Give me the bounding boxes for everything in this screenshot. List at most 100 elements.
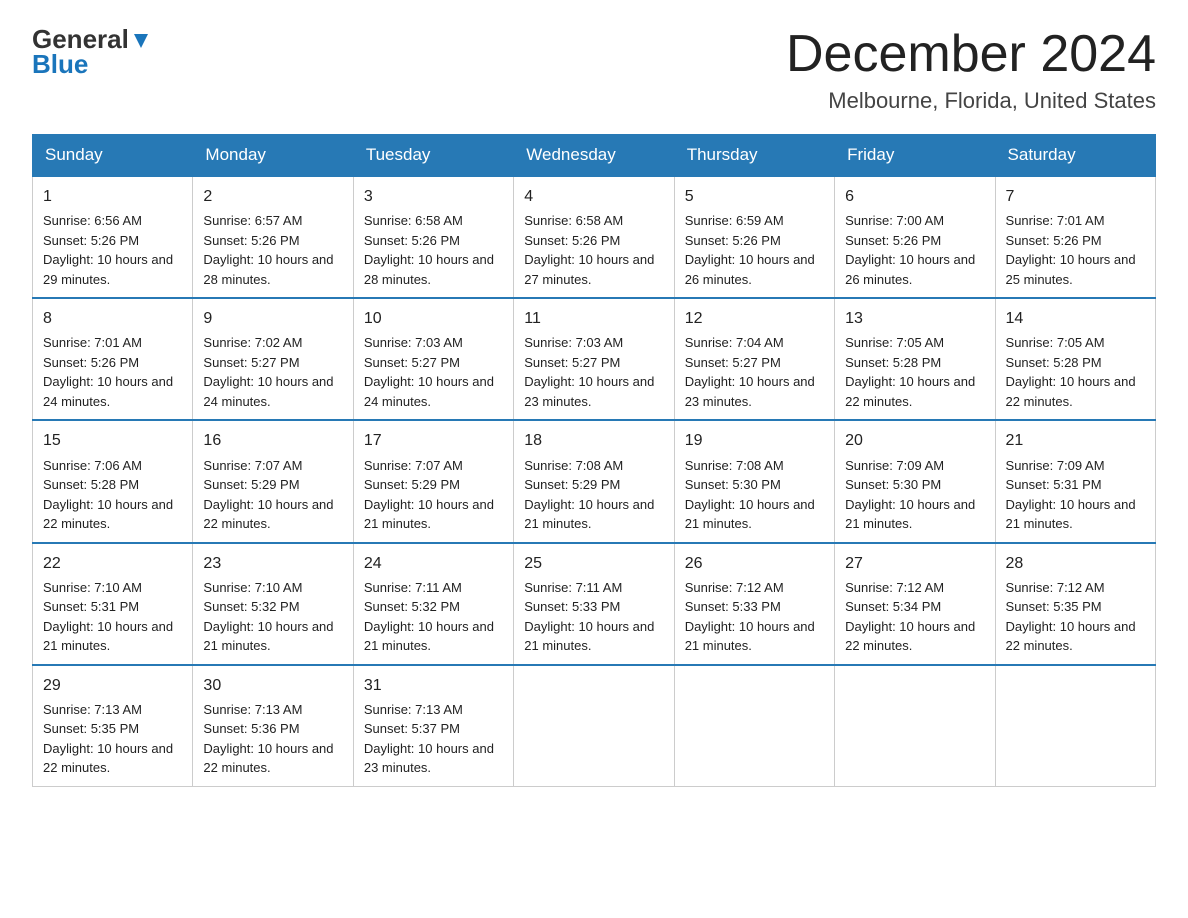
calendar-cell: 1 Sunrise: 6:56 AM Sunset: 5:26 PM Dayli… (33, 176, 193, 298)
calendar-cell: 15 Sunrise: 7:06 AM Sunset: 5:28 PM Dayl… (33, 420, 193, 542)
logo: General Blue (32, 24, 152, 80)
calendar-cell: 7 Sunrise: 7:01 AM Sunset: 5:26 PM Dayli… (995, 176, 1155, 298)
day-number: 5 (685, 185, 824, 208)
calendar-cell: 26 Sunrise: 7:12 AM Sunset: 5:33 PM Dayl… (674, 543, 834, 665)
calendar-cell: 29 Sunrise: 7:13 AM Sunset: 5:35 PM Dayl… (33, 665, 193, 787)
day-number: 22 (43, 552, 182, 575)
day-number: 21 (1006, 429, 1145, 452)
day-number: 14 (1006, 307, 1145, 330)
day-info: Sunrise: 7:04 AM Sunset: 5:27 PM Dayligh… (685, 333, 824, 411)
calendar-cell: 8 Sunrise: 7:01 AM Sunset: 5:26 PM Dayli… (33, 298, 193, 420)
calendar-cell: 12 Sunrise: 7:04 AM Sunset: 5:27 PM Dayl… (674, 298, 834, 420)
calendar-cell: 22 Sunrise: 7:10 AM Sunset: 5:31 PM Dayl… (33, 543, 193, 665)
day-info: Sunrise: 7:07 AM Sunset: 5:29 PM Dayligh… (364, 456, 503, 534)
calendar-cell: 20 Sunrise: 7:09 AM Sunset: 5:30 PM Dayl… (835, 420, 995, 542)
calendar-cell: 6 Sunrise: 7:00 AM Sunset: 5:26 PM Dayli… (835, 176, 995, 298)
day-info: Sunrise: 7:12 AM Sunset: 5:33 PM Dayligh… (685, 578, 824, 656)
day-number: 11 (524, 307, 663, 330)
day-info: Sunrise: 7:13 AM Sunset: 5:36 PM Dayligh… (203, 700, 342, 778)
day-number: 10 (364, 307, 503, 330)
day-number: 13 (845, 307, 984, 330)
calendar-cell: 2 Sunrise: 6:57 AM Sunset: 5:26 PM Dayli… (193, 176, 353, 298)
day-number: 16 (203, 429, 342, 452)
weekday-header-sunday: Sunday (33, 135, 193, 177)
calendar-cell: 17 Sunrise: 7:07 AM Sunset: 5:29 PM Dayl… (353, 420, 513, 542)
day-number: 12 (685, 307, 824, 330)
day-number: 7 (1006, 185, 1145, 208)
day-number: 1 (43, 185, 182, 208)
weekday-header-monday: Monday (193, 135, 353, 177)
day-number: 18 (524, 429, 663, 452)
calendar-cell: 24 Sunrise: 7:11 AM Sunset: 5:32 PM Dayl… (353, 543, 513, 665)
title-section: December 2024 Melbourne, Florida, United… (786, 24, 1156, 114)
calendar-cell: 18 Sunrise: 7:08 AM Sunset: 5:29 PM Dayl… (514, 420, 674, 542)
calendar-cell: 13 Sunrise: 7:05 AM Sunset: 5:28 PM Dayl… (835, 298, 995, 420)
day-number: 17 (364, 429, 503, 452)
calendar-cell: 5 Sunrise: 6:59 AM Sunset: 5:26 PM Dayli… (674, 176, 834, 298)
day-info: Sunrise: 6:58 AM Sunset: 5:26 PM Dayligh… (364, 211, 503, 289)
calendar-cell (674, 665, 834, 787)
day-info: Sunrise: 7:03 AM Sunset: 5:27 PM Dayligh… (364, 333, 503, 411)
calendar-cell: 23 Sunrise: 7:10 AM Sunset: 5:32 PM Dayl… (193, 543, 353, 665)
calendar-cell: 14 Sunrise: 7:05 AM Sunset: 5:28 PM Dayl… (995, 298, 1155, 420)
day-info: Sunrise: 7:09 AM Sunset: 5:30 PM Dayligh… (845, 456, 984, 534)
day-number: 15 (43, 429, 182, 452)
calendar-cell: 27 Sunrise: 7:12 AM Sunset: 5:34 PM Dayl… (835, 543, 995, 665)
calendar-cell (835, 665, 995, 787)
weekday-header-row: SundayMondayTuesdayWednesdayThursdayFrid… (33, 135, 1156, 177)
day-number: 28 (1006, 552, 1145, 575)
logo-blue-text: Blue (32, 49, 88, 80)
page-header: General Blue December 2024 Melbourne, Fl… (32, 24, 1156, 114)
day-info: Sunrise: 7:11 AM Sunset: 5:32 PM Dayligh… (364, 578, 503, 656)
weekday-header-tuesday: Tuesday (353, 135, 513, 177)
calendar-cell: 11 Sunrise: 7:03 AM Sunset: 5:27 PM Dayl… (514, 298, 674, 420)
day-info: Sunrise: 7:07 AM Sunset: 5:29 PM Dayligh… (203, 456, 342, 534)
day-info: Sunrise: 7:10 AM Sunset: 5:31 PM Dayligh… (43, 578, 182, 656)
logo-arrow-icon (130, 30, 152, 52)
day-info: Sunrise: 7:01 AM Sunset: 5:26 PM Dayligh… (43, 333, 182, 411)
day-info: Sunrise: 7:12 AM Sunset: 5:34 PM Dayligh… (845, 578, 984, 656)
day-info: Sunrise: 6:56 AM Sunset: 5:26 PM Dayligh… (43, 211, 182, 289)
day-info: Sunrise: 6:58 AM Sunset: 5:26 PM Dayligh… (524, 211, 663, 289)
day-info: Sunrise: 6:59 AM Sunset: 5:26 PM Dayligh… (685, 211, 824, 289)
day-info: Sunrise: 7:03 AM Sunset: 5:27 PM Dayligh… (524, 333, 663, 411)
day-info: Sunrise: 7:05 AM Sunset: 5:28 PM Dayligh… (1006, 333, 1145, 411)
calendar-cell (514, 665, 674, 787)
calendar-cell: 21 Sunrise: 7:09 AM Sunset: 5:31 PM Dayl… (995, 420, 1155, 542)
day-info: Sunrise: 7:08 AM Sunset: 5:30 PM Dayligh… (685, 456, 824, 534)
day-number: 31 (364, 674, 503, 697)
calendar-cell: 28 Sunrise: 7:12 AM Sunset: 5:35 PM Dayl… (995, 543, 1155, 665)
week-row-4: 22 Sunrise: 7:10 AM Sunset: 5:31 PM Dayl… (33, 543, 1156, 665)
day-number: 19 (685, 429, 824, 452)
calendar-cell: 30 Sunrise: 7:13 AM Sunset: 5:36 PM Dayl… (193, 665, 353, 787)
week-row-3: 15 Sunrise: 7:06 AM Sunset: 5:28 PM Dayl… (33, 420, 1156, 542)
day-number: 29 (43, 674, 182, 697)
calendar-title: December 2024 (786, 24, 1156, 84)
day-info: Sunrise: 7:08 AM Sunset: 5:29 PM Dayligh… (524, 456, 663, 534)
day-info: Sunrise: 7:11 AM Sunset: 5:33 PM Dayligh… (524, 578, 663, 656)
day-number: 23 (203, 552, 342, 575)
day-info: Sunrise: 7:06 AM Sunset: 5:28 PM Dayligh… (43, 456, 182, 534)
week-row-1: 1 Sunrise: 6:56 AM Sunset: 5:26 PM Dayli… (33, 176, 1156, 298)
day-info: Sunrise: 7:00 AM Sunset: 5:26 PM Dayligh… (845, 211, 984, 289)
day-info: Sunrise: 7:12 AM Sunset: 5:35 PM Dayligh… (1006, 578, 1145, 656)
calendar-cell: 16 Sunrise: 7:07 AM Sunset: 5:29 PM Dayl… (193, 420, 353, 542)
weekday-header-saturday: Saturday (995, 135, 1155, 177)
calendar-table: SundayMondayTuesdayWednesdayThursdayFrid… (32, 134, 1156, 787)
day-info: Sunrise: 7:02 AM Sunset: 5:27 PM Dayligh… (203, 333, 342, 411)
calendar-cell (995, 665, 1155, 787)
day-info: Sunrise: 6:57 AM Sunset: 5:26 PM Dayligh… (203, 211, 342, 289)
day-info: Sunrise: 7:10 AM Sunset: 5:32 PM Dayligh… (203, 578, 342, 656)
week-row-5: 29 Sunrise: 7:13 AM Sunset: 5:35 PM Dayl… (33, 665, 1156, 787)
day-number: 2 (203, 185, 342, 208)
calendar-cell: 10 Sunrise: 7:03 AM Sunset: 5:27 PM Dayl… (353, 298, 513, 420)
calendar-cell: 25 Sunrise: 7:11 AM Sunset: 5:33 PM Dayl… (514, 543, 674, 665)
weekday-header-friday: Friday (835, 135, 995, 177)
day-info: Sunrise: 7:05 AM Sunset: 5:28 PM Dayligh… (845, 333, 984, 411)
day-number: 20 (845, 429, 984, 452)
calendar-cell: 31 Sunrise: 7:13 AM Sunset: 5:37 PM Dayl… (353, 665, 513, 787)
day-number: 6 (845, 185, 984, 208)
calendar-cell: 9 Sunrise: 7:02 AM Sunset: 5:27 PM Dayli… (193, 298, 353, 420)
calendar-subtitle: Melbourne, Florida, United States (786, 88, 1156, 114)
day-number: 8 (43, 307, 182, 330)
